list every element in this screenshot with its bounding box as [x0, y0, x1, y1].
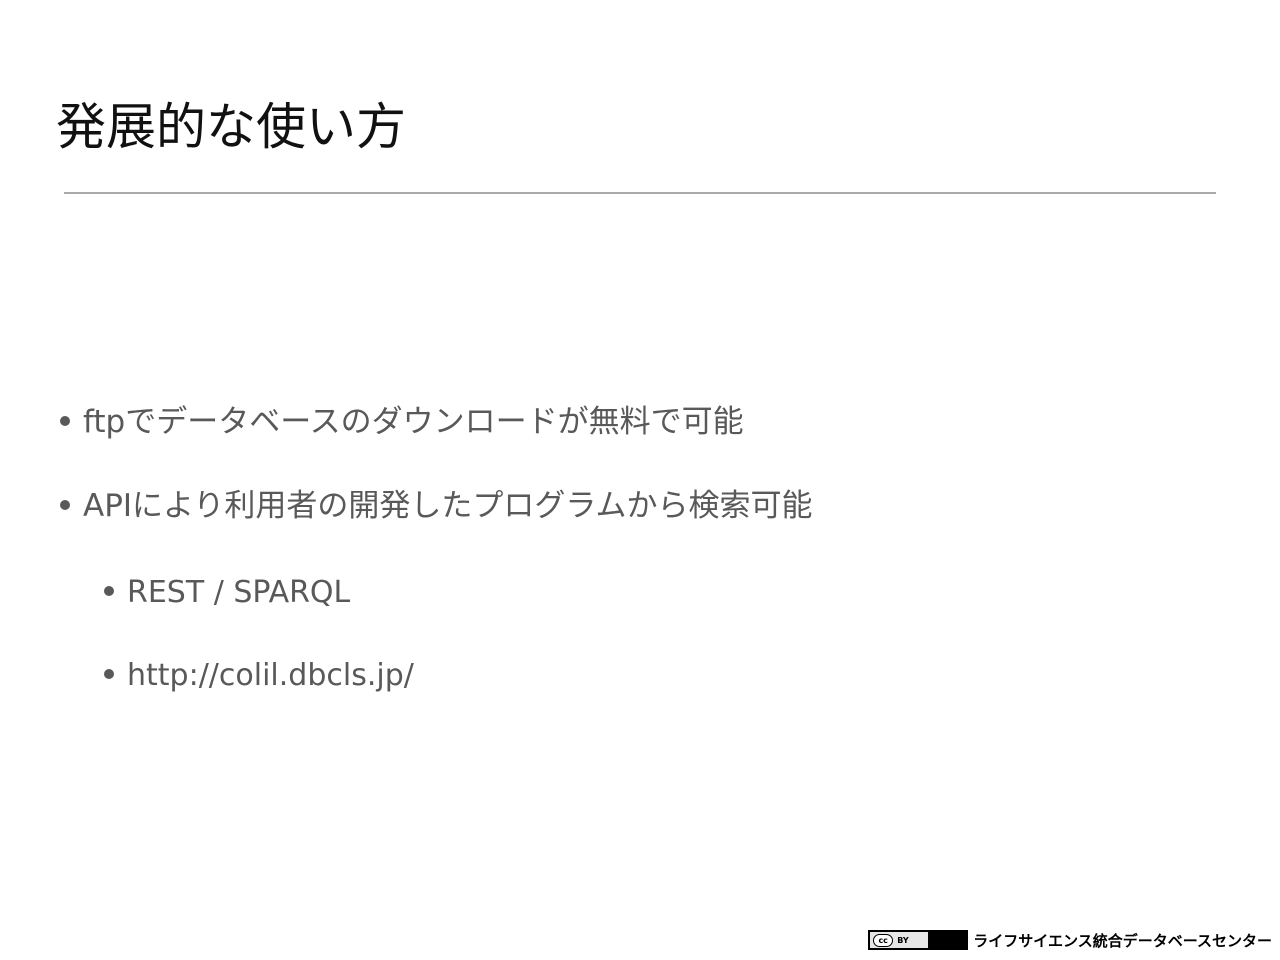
bullet-api-search: APIにより利用者の開発したプログラムから検索可能 [60, 488, 813, 525]
cc-logo-icon: cc [873, 933, 894, 947]
bullet-dot-icon [60, 415, 70, 426]
slide-footer: cc BY ライフサイエンス統合データベースセンター [868, 928, 1272, 952]
sub-bullet-rest-sparql: REST / SPARQL [104, 575, 350, 611]
sub-bullet-url: http://colil.dbcls.jp/ [104, 658, 414, 694]
bullet-text: http://colil.dbcls.jp/ [127, 658, 414, 693]
bullet-dot-icon [104, 585, 114, 596]
bullet-ftp-download: ftpでデータベースのダウンロードが無料で可能 [60, 404, 744, 441]
bullet-text: ftpでデータベースのダウンロードが無料で可能 [83, 404, 744, 440]
bullet-dot-icon [60, 499, 70, 510]
cc-license-icon: cc BY [868, 930, 969, 950]
bullet-text: REST / SPARQL [127, 575, 351, 610]
cc-by-label: BY [897, 935, 909, 945]
bullet-dot-icon [104, 668, 114, 679]
slide-title: 発展的な使い方 [56, 98, 406, 156]
organization-name: ライフサイエンス統合データベースセンター [973, 931, 1272, 950]
bullet-text: APIにより利用者の開発したプログラムから検索可能 [83, 488, 813, 524]
title-divider [64, 192, 1216, 194]
